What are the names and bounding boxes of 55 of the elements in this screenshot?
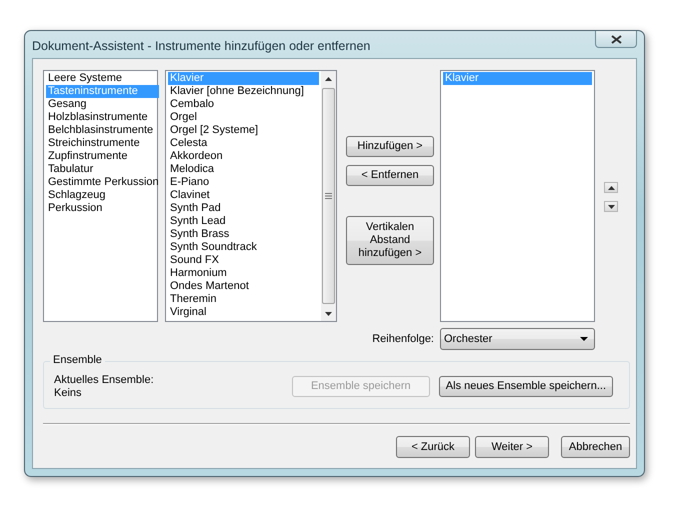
list-item[interactable]: Gestimmte Perkussion [46,176,159,189]
list-item[interactable]: Synth Brass [168,228,319,241]
group-title: Ensemble [50,354,105,366]
list-item[interactable]: Virginal [168,306,319,319]
list-item[interactable]: Orgel [168,111,319,124]
list-item[interactable]: E-Piano [168,176,319,189]
list-item[interactable]: Leere Systeme [46,72,159,85]
list-item[interactable]: Clavinet [168,189,319,202]
list-item[interactable]: Synth Soundtrack [168,241,319,254]
list-item[interactable]: Celesta [168,137,319,150]
up-arrow-icon [608,186,614,190]
grip-icon [325,193,332,199]
list-item[interactable]: Klavier [ohne Bezeichnung] [168,85,319,98]
nav-button[interactable]: < Zurück [396,436,470,458]
list-item[interactable]: Zupfinstrumente [46,150,159,163]
list-item[interactable]: Streichinstrumente [46,137,159,150]
action-button[interactable]: Hinzufügen > [346,136,434,157]
move-down-button[interactable] [604,201,618,212]
close-icon [610,34,622,44]
down-arrow-icon [608,204,614,208]
scroll-down-icon [325,312,332,316]
list-item[interactable]: Sound FX [168,254,319,267]
close-button[interactable] [595,31,637,48]
move-up-button[interactable] [604,182,618,193]
list-item[interactable]: Melodica [168,163,319,176]
list-box[interactable]: Leere Systeme Tasteninstrumente Gesang Holzblasinstrumente Belchblasinstrumente Streichinstrumente Zupfinstrumente Tabulatur Gestimmte Perkussion Schlagzeug Perkussion [43,70,158,322]
nav-button[interactable]: Weiter > [475,436,549,458]
list-item[interactable]: Akkordeon [168,150,319,163]
list-item[interactable]: Synth Pad [168,202,319,215]
ensemble-button[interactable]: Als neues Ensemble speichern... [438,376,613,397]
list-item[interactable]: Synth Lead [168,215,319,228]
ensemble-value: Keins [54,387,83,400]
list-item[interactable]: Perkussion [46,202,159,215]
scroll-thumb[interactable] [322,88,335,304]
list-item[interactable]: Harmonium [168,267,319,280]
list-item[interactable]: Belchblasinstrumente [46,124,159,137]
window-title: Dokument-Assistent - Instrumente hinzufügen oder entfernen [32,39,370,53]
list-item[interactable]: Cembalo [168,98,319,111]
list-item[interactable]: Orgel [2 Systeme] [168,124,319,137]
scrollbar[interactable] [321,71,336,321]
list-item[interactable]: Ondes Martenot [168,280,319,293]
list-box[interactable] [165,70,337,322]
scroll-up-icon [325,76,332,80]
action-button[interactable]: < Entfernen [346,165,434,186]
list-item[interactable]: Gesang [46,98,159,111]
action-button[interactable]: Vertikalen Abstand hinzufügen > [346,216,434,265]
list-item[interactable]: Holzblasinstrumente [46,111,159,124]
ensemble-label: Aktuelles Ensemble: [54,374,154,387]
dropdown-caret-icon [580,337,588,341]
list-item[interactable]: Theremin [168,293,319,306]
list-item[interactable]: Tabulatur [46,163,159,176]
order-label: Reihenfolge: [372,333,434,345]
order-dropdown[interactable]: Orchester [440,328,595,350]
list-item[interactable]: Schlagzeug [46,189,159,202]
nav-button[interactable]: Abbrechen [561,436,630,458]
